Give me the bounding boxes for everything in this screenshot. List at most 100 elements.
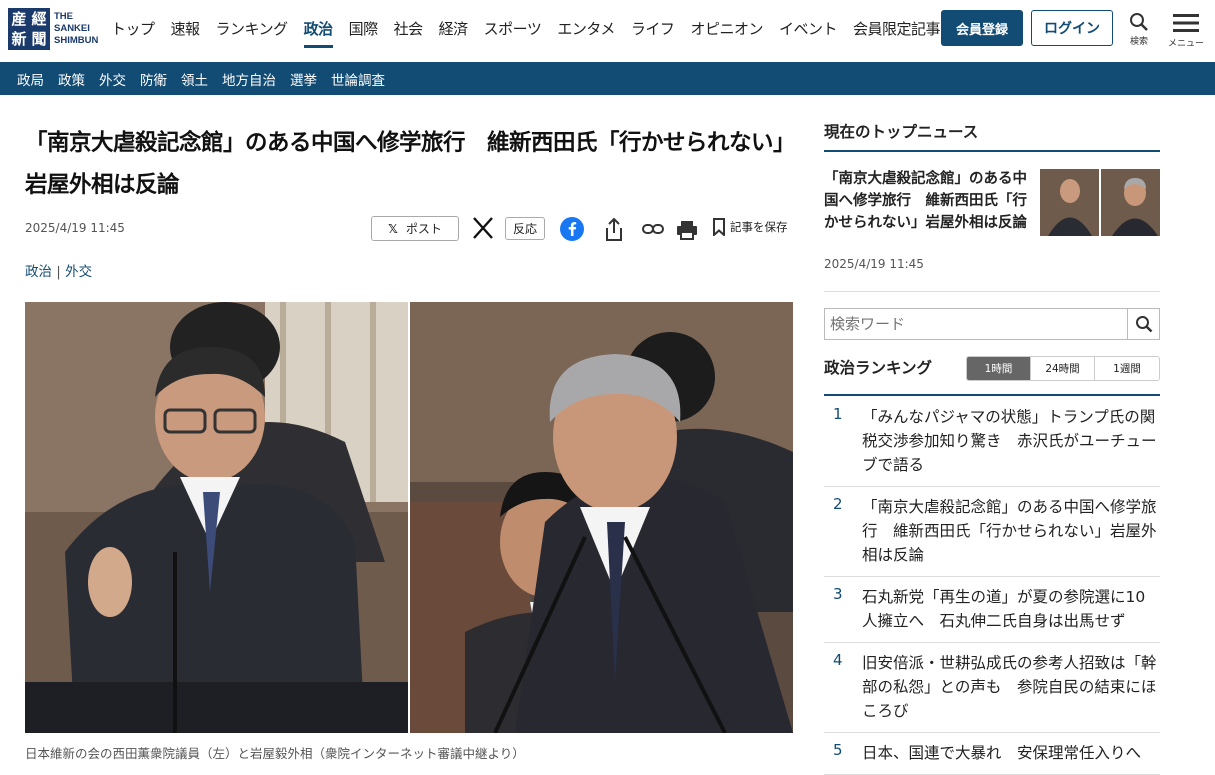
x-logo-icon [473,217,493,239]
heading-rule [824,394,1160,396]
nav-item-event[interactable]: イベント [779,18,838,48]
subnav-item[interactable]: 防衛 [140,69,167,89]
tab-24hours[interactable]: 24時間 [1031,357,1095,380]
print-button[interactable] [676,219,698,245]
category-link[interactable]: 政治 [25,264,52,280]
top-news-heading: 現在のトップニュース [824,123,979,141]
top-news-thumbnail[interactable] [1040,169,1160,236]
menu-toggle[interactable]: メニュー [1168,12,1204,49]
ranking-item[interactable]: 5 日本、国連で大暴れ 安保理常任入りへ [824,733,1160,775]
article-photo [25,302,793,733]
logo-char: 産 [11,10,27,28]
subnav-item[interactable]: 政局 [17,69,44,89]
ranking-item[interactable]: 2 「南京大虐殺記念館」のある中国へ修学旅行 維新西田氏「行かせられない」岩屋外… [824,487,1160,577]
rank-title: 「南京大虐殺記念館」のある中国へ修学旅行 維新西田氏「行かせられない」岩屋外相は… [862,498,1157,564]
search-toggle[interactable]: 検索 [1129,12,1149,47]
ranking-item[interactable]: 4 旧安倍派・世耕弘成氏の参考人招致は「幹部の私怨」との声も 参院自民の結束にほ… [824,643,1160,733]
x-share-button[interactable] [472,216,494,244]
ranking-list: 1 「みんなパジャマの状態」トランプ氏の関税交渉参加知り驚き 赤沢氏がユーチュー… [824,397,1160,775]
rank-number: 3 [833,585,843,603]
rank-title: 旧安倍派・世耕弘成氏の参考人招致は「幹部の私怨」との声も 参院自民の結束にほころ… [862,654,1157,720]
divider [824,291,1160,292]
facebook-share-button[interactable] [560,217,584,245]
site-logo[interactable]: 産 經 新 聞 THE SANKEI SHIMBUN [8,8,98,50]
menu-label: メニュー [1168,39,1205,49]
search-icon [1130,13,1148,31]
react-count[interactable]: 反応 [505,217,546,240]
subnav-item[interactable]: 政策 [58,69,85,89]
facebook-icon [560,217,584,241]
nav-item-ranking[interactable]: ランキング [216,18,289,48]
logo-mark: 産 經 新 聞 [8,8,50,50]
logo-line: SANKEI [54,23,90,34]
share-button[interactable] [603,217,625,247]
copy-link-button[interactable] [641,220,665,242]
category-separator: | [56,264,61,280]
rank-title: 石丸新党「再生の道」が夏の参院選に10人擁立へ 石丸伸二氏自身は出馬せず [862,588,1146,630]
heading-rule [824,150,1160,152]
share-icon [606,217,622,241]
site-header: 産 經 新 聞 THE SANKEI SHIMBUN トップ 速報 ランキング … [0,0,1215,62]
ranking-item[interactable]: 1 「みんなパジャマの状態」トランプ氏の関税交渉参加知り驚き 赤沢氏がユーチュー… [824,397,1160,487]
save-article-button[interactable]: 記事を保存 [712,218,788,236]
nav-item-world[interactable]: 国際 [349,18,379,48]
login-button[interactable]: ログイン [1031,10,1113,46]
nav-item-entertainment[interactable]: エンタメ [557,18,615,48]
search-icon [1135,316,1152,333]
nav-item-opinion[interactable]: オピニオン [690,18,763,48]
nav-item-society[interactable]: 社会 [394,18,424,48]
ranking-heading: 政治ランキング [824,359,933,377]
search-box [824,308,1160,340]
top-news-thumbnail-image [1040,169,1160,236]
save-label: 記事を保存 [730,220,788,234]
subnav-item[interactable]: 選挙 [290,69,317,89]
nav-item-economy[interactable]: 経済 [439,18,469,48]
x-logo-icon: 𝕏 [388,221,398,236]
search-submit-button[interactable] [1127,309,1159,339]
category-link[interactable]: 外交 [65,264,92,280]
post-label: ポスト [405,222,442,236]
top-news-date: 2025/4/19 11:45 [824,257,924,271]
nav-item-life[interactable]: ライフ [631,18,675,48]
article-photo-image [25,302,793,733]
ranking-tabs: 1時間 24時間 1週間 [966,356,1160,381]
sub-nav: 政局 政策 外交 防衛 領土 地方自治 選挙 世論調査 [0,62,1215,95]
article-categories: 政治 | 外交 [25,260,92,280]
article-date: 2025/4/19 11:45 [25,221,125,235]
subnav-item[interactable]: 世論調査 [331,69,385,89]
rank-number: 1 [833,405,843,423]
article-headline: 「南京大虐殺記念館」のある中国へ修学旅行 維新西田氏「行かせられない」岩屋外相は… [25,130,796,198]
rank-title: 「みんなパジャマの状態」トランプ氏の関税交渉参加知り驚き 赤沢氏がユーチューブで… [862,408,1157,474]
tab-1hour[interactable]: 1時間 [967,357,1031,380]
rank-number: 4 [833,651,843,669]
print-icon [677,221,697,240]
logo-char: 聞 [31,30,47,48]
top-news-title[interactable]: 「南京大虐殺記念館」のある中国へ修学旅行 維新西田氏「行かせられない」岩屋外相は… [824,168,1034,234]
logo-char: 新 [11,30,27,48]
nav-item-politics[interactable]: 政治 [303,18,333,48]
nav-item-members[interactable]: 会員限定記事 [853,18,941,48]
rank-title: 日本、国連で大暴れ 安保理常任入りへ [862,744,1142,762]
tab-1week[interactable]: 1週間 [1095,357,1159,380]
bookmark-icon [713,218,725,236]
logo-line: SHIMBUN [54,35,99,46]
rank-number: 5 [833,741,843,759]
hamburger-icon [1173,14,1199,32]
ranking-item[interactable]: 3 石丸新党「再生の道」が夏の参院選に10人擁立へ 石丸伸二氏自身は出馬せず [824,577,1160,643]
nav-item-top[interactable]: トップ [111,18,155,48]
logo-wordmark: THE SANKEI SHIMBUN [54,11,98,47]
subnav-item[interactable]: 外交 [99,69,126,89]
search-label: 検索 [1129,37,1148,47]
logo-char: 經 [31,10,47,28]
post-button[interactable]: 𝕏 ポスト [371,216,459,241]
photo-caption: 日本維新の会の西田薫衆院議員（左）と岩屋毅外相（衆院インターネット審議中継より） [25,746,525,761]
link-icon [642,224,664,234]
subnav-item[interactable]: 領土 [181,69,208,89]
nav-item-sports[interactable]: スポーツ [484,18,542,48]
main-nav: トップ 速報 ランキング 政治 国際 社会 経済 スポーツ エンタメ ライフ オ… [111,18,956,48]
rank-number: 2 [833,495,843,513]
search-input[interactable] [825,309,1127,339]
nav-item-breaking[interactable]: 速報 [171,18,201,48]
subnav-item[interactable]: 地方自治 [222,69,276,89]
register-button[interactable]: 会員登録 [941,10,1023,46]
